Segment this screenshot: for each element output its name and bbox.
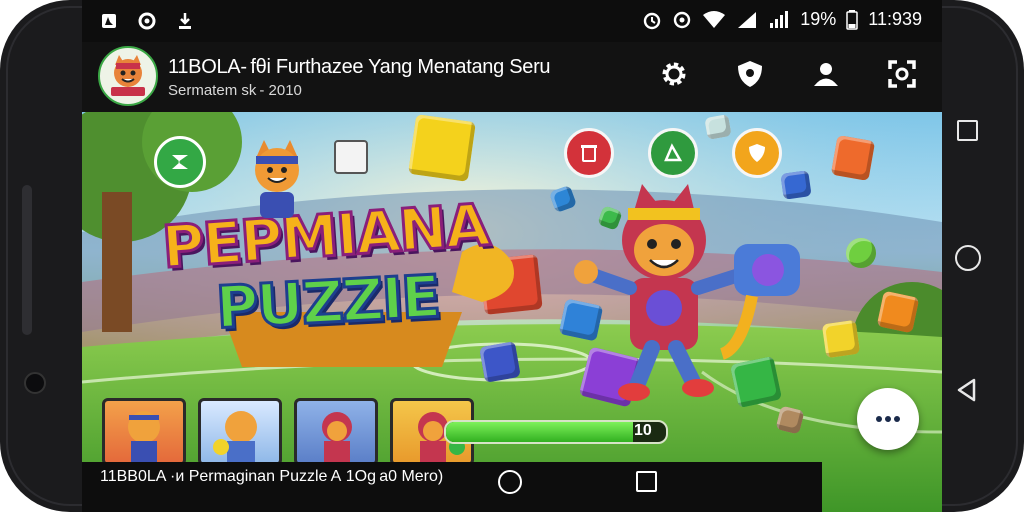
puzzle-tile[interactable]: [876, 290, 920, 334]
game-scene[interactable]: PEPMIANA PUZZIE 10: [82, 112, 942, 512]
notification-sync-icon: [136, 10, 158, 32]
level-thumbnails: [102, 398, 474, 466]
wifi-icon: [703, 10, 726, 28]
level-progress-fill: [446, 422, 633, 442]
sync-status-icon: [674, 11, 691, 28]
clock: 11:939: [868, 9, 922, 29]
game-logo: PEPMIANA PUZZIE: [159, 189, 542, 372]
gear-icon: [662, 62, 686, 86]
phone-frame: 19% 11:939 11BOLA- fθi Furthazee Yang Me…: [0, 0, 1024, 512]
power-up-button-green[interactable]: [154, 136, 206, 188]
puzzle-tile[interactable]: [821, 319, 861, 359]
alarm-icon: [644, 12, 661, 29]
phone-side-button: [22, 185, 32, 335]
level-thumbnail[interactable]: [294, 398, 378, 466]
shield-badge-icon: [749, 144, 765, 162]
level-thumbnail[interactable]: [102, 398, 186, 466]
back-button[interactable]: [956, 378, 978, 407]
battery-icon: [846, 9, 859, 30]
signal-icon-2: [770, 10, 789, 28]
puzzle-tile[interactable]: [704, 114, 732, 140]
battery-percent: 19%: [800, 9, 837, 29]
home-button[interactable]: [955, 245, 981, 271]
more-dots-icon: [876, 416, 900, 422]
app-logo[interactable]: [98, 46, 158, 106]
character-mascot-small: [242, 138, 312, 218]
app-subtitle: Sermatem sk - 2010: [168, 82, 302, 99]
trash-icon: [581, 145, 597, 162]
power-up-button-green-2[interactable]: [648, 128, 698, 178]
game-logo-line-2: PUZZIE: [213, 261, 442, 344]
back-triangle-icon: [957, 378, 976, 402]
shield-button[interactable]: [732, 56, 768, 92]
caption-text: 11BB0LA ·и Permaginan Puzzle А 1Оg a0 Me…: [100, 468, 444, 485]
puzzle-tile[interactable]: [408, 114, 476, 182]
status-bar: 19% 11:939: [82, 0, 942, 42]
home-nav-button[interactable]: [498, 470, 522, 494]
bottom-caption-bar: 11BB0LA ·и Permaginan Puzzle А 1Оg a0 Me…: [82, 462, 822, 512]
expand-icon: [888, 60, 916, 88]
notification-download-icon: [174, 10, 196, 32]
profile-button[interactable]: [808, 56, 844, 92]
level-progress-value: 10: [634, 422, 652, 439]
front-camera: [24, 372, 46, 394]
shield-icon: [738, 61, 762, 87]
badge-button[interactable]: [334, 140, 368, 174]
puzzle-tile[interactable]: [830, 135, 876, 181]
power-up-button-gold[interactable]: [732, 128, 782, 178]
settings-button[interactable]: [656, 56, 692, 92]
level-thumbnail[interactable]: [198, 398, 282, 466]
power-up-button-red[interactable]: [564, 128, 614, 178]
bolt-icon: [172, 155, 188, 169]
user-icon: [814, 63, 838, 86]
app-title: 11BOLA- fθi Furthazee Yang Menatang Seru: [168, 56, 551, 78]
signal-icon: [738, 11, 757, 28]
puzzle-tile[interactable]: [846, 238, 876, 268]
notification-app-icon: [98, 10, 120, 32]
fullscreen-button[interactable]: [884, 56, 920, 92]
screen: 19% 11:939 11BOLA- fθi Furthazee Yang Me…: [82, 0, 942, 512]
boot-icon: [664, 143, 683, 162]
recents-button[interactable]: [957, 120, 978, 141]
recents-nav-button[interactable]: [636, 471, 657, 492]
character-mascot: [572, 178, 822, 408]
more-options-button[interactable]: [857, 388, 919, 450]
app-bar: 11BOLA- fθi Furthazee Yang Menatang Seru…: [82, 42, 942, 112]
